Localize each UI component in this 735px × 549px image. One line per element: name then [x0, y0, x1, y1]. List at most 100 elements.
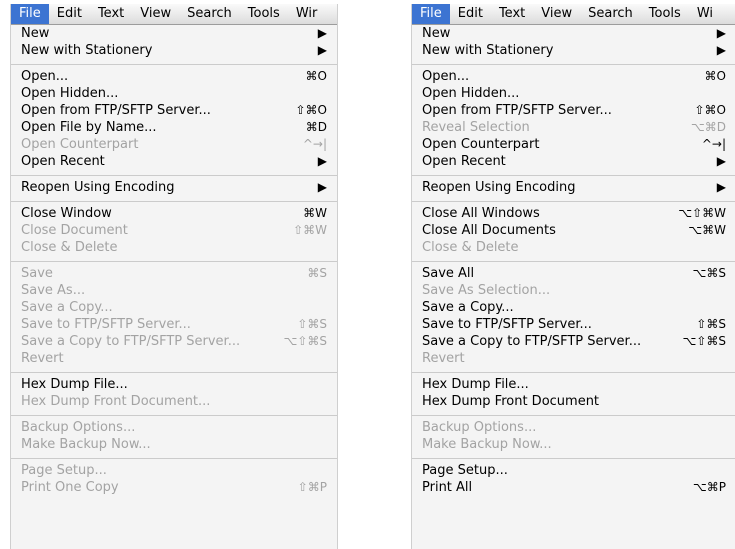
menu-item-close-window[interactable]: Close Window ⌘W — [11, 205, 337, 222]
menu-item-label: Hex Dump File... — [422, 377, 529, 392]
menu-item-label: New with Stationery — [21, 43, 153, 58]
menu-item-open-file-by-name[interactable]: Open File by Name... ⌘D — [11, 119, 337, 136]
menu-item-label: Open Counterpart — [21, 137, 139, 152]
menu-item-open-hidden[interactable]: Open Hidden... — [412, 85, 735, 102]
menu-item-new[interactable]: New ▶ — [11, 25, 337, 42]
menu-item-revert: Revert — [11, 350, 337, 367]
menu-item-save-to-ftp-sftp-server[interactable]: Save to FTP/SFTP Server... ⇧⌘S — [412, 316, 735, 333]
menu-item-label: Save a Copy... — [422, 300, 514, 315]
menu-item-hex-dump-file[interactable]: Hex Dump File... — [412, 376, 735, 393]
menu-item-save-a-copy[interactable]: Save a Copy... — [412, 299, 735, 316]
menubar-search[interactable]: Search — [580, 4, 641, 24]
menu-separator — [11, 458, 337, 459]
menu-item-close-all-documents[interactable]: Close All Documents ⌥⌘W — [412, 222, 735, 239]
menu-item-close-delete: Close & Delete — [412, 239, 735, 256]
keyboard-shortcut: ⇧⌘O — [694, 103, 727, 117]
menubar-tools[interactable]: Tools — [641, 4, 689, 24]
keyboard-shortcut: ⌘D — [305, 120, 327, 134]
menu-separator — [412, 372, 735, 373]
menu-item-label: Close Window — [21, 206, 112, 221]
menu-item-label: Save a Copy... — [21, 300, 113, 315]
menu-item-save-a-copy-to-ftp-sftp-server[interactable]: Save a Copy to FTP/SFTP Server... ⌥⇧⌘S — [412, 333, 735, 350]
menubar-wi[interactable]: Wi — [689, 4, 721, 24]
menu-item-label: Close All Windows — [422, 206, 540, 221]
menu-item-label: Hex Dump Front Document — [422, 394, 600, 409]
menu-item-label: Open Recent — [21, 154, 105, 169]
keyboard-shortcut: ⌘O — [305, 69, 327, 83]
menu-item-label: Open Hidden... — [422, 86, 520, 101]
menubar-view[interactable]: View — [132, 4, 179, 24]
file-menu: New ▶ New with Stationery ▶ Open... ⌘O Open Hi… — [412, 25, 735, 496]
keyboard-shortcut: ⌥⇧⌘W — [678, 206, 726, 220]
menu-item-label: Backup Options... — [21, 420, 136, 435]
menu-item-hex-dump-file[interactable]: Hex Dump File... — [11, 376, 337, 393]
menu-item-revert: Revert — [412, 350, 735, 367]
menu-item-print-all[interactable]: Print All ⌥⌘P — [412, 479, 735, 496]
menu-item-label: Open from FTP/SFTP Server... — [422, 103, 612, 118]
menu-item-open-from-ftp-sftp-server[interactable]: Open from FTP/SFTP Server... ⇧⌘O — [11, 102, 337, 119]
menu-item-label: Open Counterpart — [422, 137, 540, 152]
menu-item-label: Page Setup... — [21, 463, 107, 478]
keyboard-shortcut: ⌥⌘P — [692, 480, 726, 494]
menu-item-label: Print One Copy — [21, 480, 119, 495]
menu-item-label: Page Setup... — [422, 463, 508, 478]
menu-item-reopen-using-encoding[interactable]: Reopen Using Encoding ▶ — [11, 179, 337, 196]
submenu-arrow-icon: ▶ — [716, 154, 726, 168]
menubar-wir[interactable]: Wir — [288, 4, 326, 24]
menu-item-hex-dump-front-document[interactable]: Hex Dump Front Document — [412, 393, 735, 410]
menubar-text[interactable]: Text — [90, 4, 132, 24]
menu-item-open-counterpart[interactable]: Open Counterpart ^→| — [412, 136, 735, 153]
menu-item-make-backup-now: Make Backup Now... — [11, 436, 337, 453]
menu-item-save-as: Save As... — [11, 282, 337, 299]
menubar-text[interactable]: Text — [491, 4, 533, 24]
menu-item-label: Save a Copy to FTP/SFTP Server... — [21, 334, 241, 349]
menu-item-label: Reveal Selection — [422, 120, 530, 135]
menu-item-label: Save As Selection... — [422, 283, 551, 298]
keyboard-shortcut: ⇧⌘O — [295, 103, 328, 117]
keyboard-shortcut: ⌥⌘S — [692, 266, 726, 280]
menu-item-save-a-copy: Save a Copy... — [11, 299, 337, 316]
menu-item-label: Save As... — [21, 283, 86, 298]
menu-item-open-hidden[interactable]: Open Hidden... — [11, 85, 337, 102]
menubar-file[interactable]: File — [412, 4, 450, 24]
menu-separator — [11, 261, 337, 262]
menu-item-open[interactable]: Open... ⌘O — [11, 68, 337, 85]
menu-item-save-all[interactable]: Save All ⌥⌘S — [412, 265, 735, 282]
menubar-edit[interactable]: Edit — [49, 4, 90, 24]
keyboard-shortcut: ⇧⌘W — [293, 223, 327, 237]
menu-item-backup-options: Backup Options... — [11, 419, 337, 436]
menu-item-open-recent[interactable]: Open Recent ▶ — [412, 153, 735, 170]
submenu-arrow-icon: ▶ — [317, 26, 327, 40]
menubar-tools[interactable]: Tools — [240, 4, 288, 24]
submenu-arrow-icon: ▶ — [317, 180, 327, 194]
menubar-file[interactable]: File — [11, 4, 49, 24]
menu-separator — [412, 175, 735, 176]
menubar-view[interactable]: View — [533, 4, 580, 24]
menu-item-open-from-ftp-sftp-server[interactable]: Open from FTP/SFTP Server... ⇧⌘O — [412, 102, 735, 119]
menu-item-label: Open from FTP/SFTP Server... — [21, 103, 211, 118]
menu-item-backup-options: Backup Options... — [412, 419, 735, 436]
menubar-edit[interactable]: Edit — [450, 4, 491, 24]
keyboard-shortcut: ^→| — [701, 137, 726, 151]
menu-bar: File Edit Text View Search Tools Wi — [412, 4, 735, 25]
menu-item-save-to-ftp-sftp-server: Save to FTP/SFTP Server... ⇧⌘S — [11, 316, 337, 333]
menu-item-label: Make Backup Now... — [422, 437, 552, 452]
menu-item-new[interactable]: New ▶ — [412, 25, 735, 42]
menu-item-close-all-windows[interactable]: Close All Windows ⌥⇧⌘W — [412, 205, 735, 222]
menu-separator — [11, 64, 337, 65]
menu-item-reopen-using-encoding[interactable]: Reopen Using Encoding ▶ — [412, 179, 735, 196]
menu-item-new-with-stationery[interactable]: New with Stationery ▶ — [11, 42, 337, 59]
submenu-arrow-icon: ▶ — [716, 26, 726, 40]
menu-item-label: Open... — [21, 69, 69, 84]
menu-item-open[interactable]: Open... ⌘O — [412, 68, 735, 85]
menu-item-label: New with Stationery — [422, 43, 554, 58]
submenu-arrow-icon: ▶ — [317, 154, 327, 168]
menu-item-close-document: Close Document ⇧⌘W — [11, 222, 337, 239]
menu-item-new-with-stationery[interactable]: New with Stationery ▶ — [412, 42, 735, 59]
menubar-search[interactable]: Search — [179, 4, 240, 24]
menu-separator — [11, 201, 337, 202]
menu-item-label: Reopen Using Encoding — [21, 180, 175, 195]
menu-item-page-setup[interactable]: Page Setup... — [412, 462, 735, 479]
menu-item-open-recent[interactable]: Open Recent ▶ — [11, 153, 337, 170]
menu-separator — [412, 201, 735, 202]
